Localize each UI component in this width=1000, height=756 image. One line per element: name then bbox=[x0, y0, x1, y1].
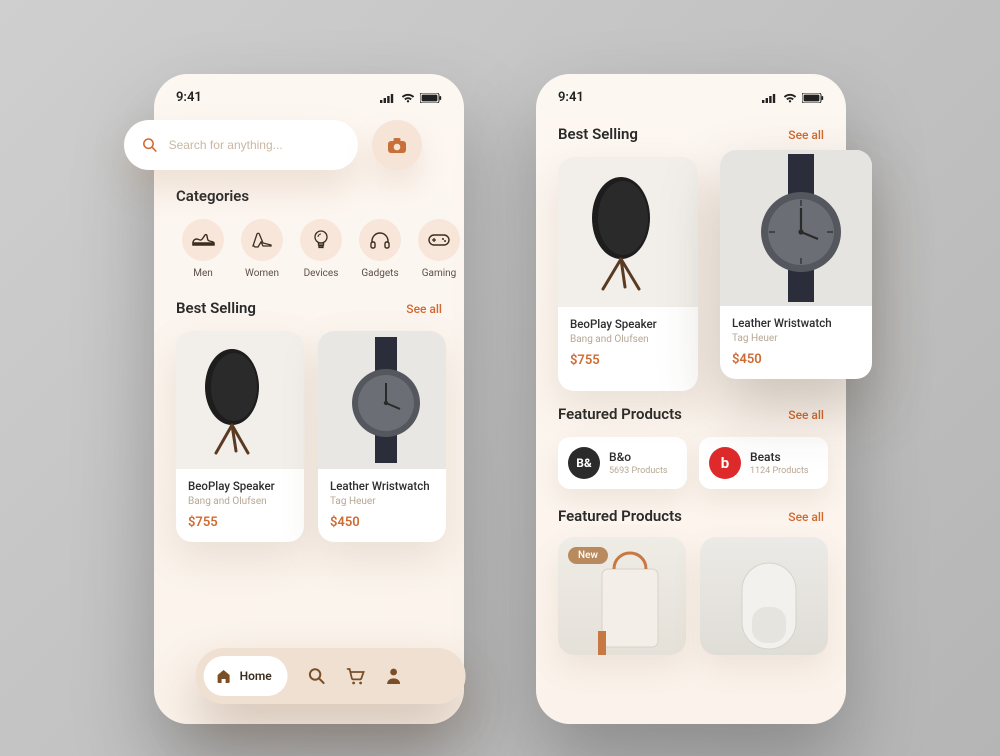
nav-search-icon[interactable] bbox=[308, 667, 326, 685]
status-icons bbox=[762, 93, 824, 103]
brand-logo-beats: b bbox=[709, 447, 741, 479]
product-card-speaker[interactable]: BeoPlay Speaker Bang and Olufsen $755 bbox=[176, 331, 304, 542]
brand-count: 1124 Products bbox=[750, 466, 809, 476]
battery-icon bbox=[802, 93, 824, 103]
product-brand: Bang and Olufsen bbox=[570, 334, 686, 345]
brand-count: 5693 Products bbox=[609, 466, 668, 476]
heel-icon bbox=[251, 231, 273, 249]
bulb-icon bbox=[313, 229, 329, 251]
best-selling-title: Best Selling bbox=[558, 125, 638, 143]
gamepad-icon bbox=[427, 232, 451, 248]
brand-card-bno[interactable]: B& B&o 5693 Products bbox=[558, 437, 687, 489]
search-field[interactable] bbox=[124, 120, 358, 170]
category-label: Gadgets bbox=[361, 268, 398, 279]
product-brand: Tag Heuer bbox=[732, 333, 860, 344]
status-time: 9:41 bbox=[176, 90, 202, 105]
best-selling-header: Best Selling See all bbox=[536, 125, 846, 143]
brand-logo-bno: B& bbox=[568, 447, 600, 479]
category-devices[interactable]: Devices bbox=[292, 219, 350, 279]
watch-illustration bbox=[744, 154, 848, 302]
bottom-nav: Home bbox=[196, 648, 466, 704]
wifi-icon bbox=[401, 93, 415, 103]
product-price: $450 bbox=[732, 352, 860, 367]
battery-icon bbox=[420, 93, 442, 103]
product-name: Leather Wristwatch bbox=[732, 316, 860, 330]
brand-name: B&o bbox=[609, 450, 668, 464]
watch-illustration bbox=[337, 337, 427, 463]
see-all-link[interactable]: See all bbox=[788, 510, 824, 524]
status-bar: 9:41 bbox=[154, 74, 464, 111]
wifi-icon bbox=[783, 93, 797, 103]
category-label: Gaming bbox=[422, 268, 457, 279]
nav-profile-icon[interactable] bbox=[386, 667, 402, 685]
product-price: $755 bbox=[570, 353, 686, 368]
status-time: 9:41 bbox=[558, 90, 584, 105]
see-all-link[interactable]: See all bbox=[406, 302, 442, 316]
product-image bbox=[558, 157, 698, 307]
product-brand: Bang and Olufsen bbox=[188, 496, 292, 507]
search-row bbox=[124, 120, 422, 170]
product-card-speaker[interactable]: BeoPlay Speaker Bang and Olufsen $755 bbox=[558, 157, 698, 391]
see-all-link[interactable]: See all bbox=[788, 128, 824, 142]
best-selling-title: Best Selling bbox=[176, 299, 256, 317]
product-price: $450 bbox=[330, 515, 434, 530]
headphones-icon bbox=[369, 230, 391, 250]
see-all-link[interactable]: See all bbox=[788, 408, 824, 422]
speaker-pod-illustration bbox=[700, 537, 828, 655]
featured-products-title: Featured Products bbox=[558, 507, 682, 525]
sneaker-icon bbox=[191, 232, 215, 248]
status-icons bbox=[380, 93, 442, 103]
category-label: Men bbox=[193, 268, 213, 279]
home-icon bbox=[216, 668, 232, 684]
category-label: Devices bbox=[304, 268, 339, 279]
brand-card-beats[interactable]: b Beats 1124 Products bbox=[699, 437, 828, 489]
nav-home[interactable]: Home bbox=[204, 656, 288, 696]
featured-product-card[interactable]: New bbox=[558, 537, 686, 655]
phone-screen-home: 9:41 Categories Men Women Devices bbox=[154, 74, 464, 724]
product-brand: Tag Heuer bbox=[330, 496, 434, 507]
phone-screen-listing: 9:41 Best Selling See all bbox=[536, 74, 846, 724]
best-selling-list[interactable]: BeoPlay Speaker Bang and Olufsen $755 bbox=[154, 317, 464, 542]
new-badge: New bbox=[568, 547, 608, 564]
product-name: BeoPlay Speaker bbox=[570, 317, 686, 331]
featured-brands-title: Featured Products bbox=[558, 405, 682, 423]
product-image bbox=[720, 150, 872, 306]
nav-home-label: Home bbox=[240, 669, 272, 683]
signal-icon bbox=[762, 93, 778, 103]
category-gadgets[interactable]: Gadgets bbox=[351, 219, 409, 279]
featured-products-header: Featured Products See all bbox=[536, 507, 846, 525]
featured-products-list[interactable]: New bbox=[536, 525, 846, 655]
featured-brands-header: Featured Products See all bbox=[536, 405, 846, 423]
camera-icon bbox=[387, 137, 407, 154]
featured-product-card[interactable] bbox=[700, 537, 828, 655]
product-image bbox=[176, 331, 304, 469]
product-card-watch[interactable]: Leather Wristwatch Tag Heuer $450 bbox=[720, 150, 872, 379]
brand-name: Beats bbox=[750, 450, 809, 464]
search-icon bbox=[142, 136, 158, 154]
signal-icon bbox=[380, 93, 396, 103]
category-women[interactable]: Women bbox=[233, 219, 291, 279]
speaker-illustration bbox=[198, 345, 282, 455]
camera-button[interactable] bbox=[372, 120, 422, 170]
category-label: Women bbox=[245, 268, 279, 279]
status-bar: 9:41 bbox=[536, 74, 846, 111]
brand-list[interactable]: B& B&o 5693 Products b Beats 1124 Produc… bbox=[536, 423, 846, 489]
best-selling-header: Best Selling See all bbox=[154, 299, 464, 317]
nav-cart-icon[interactable] bbox=[346, 667, 366, 685]
categories-header: Categories bbox=[154, 187, 464, 205]
product-card-watch[interactable]: Leather Wristwatch Tag Heuer $450 bbox=[318, 331, 446, 542]
categories-list[interactable]: Men Women Devices Gadgets Gaming bbox=[154, 205, 464, 283]
product-price: $755 bbox=[188, 515, 292, 530]
product-name: BeoPlay Speaker bbox=[188, 479, 292, 493]
category-men[interactable]: Men bbox=[174, 219, 232, 279]
speaker-illustration bbox=[583, 172, 673, 292]
product-image bbox=[318, 331, 446, 469]
product-name: Leather Wristwatch bbox=[330, 479, 434, 493]
search-input[interactable] bbox=[169, 138, 340, 152]
category-gaming[interactable]: Gaming bbox=[410, 219, 464, 279]
categories-title: Categories bbox=[176, 187, 249, 205]
